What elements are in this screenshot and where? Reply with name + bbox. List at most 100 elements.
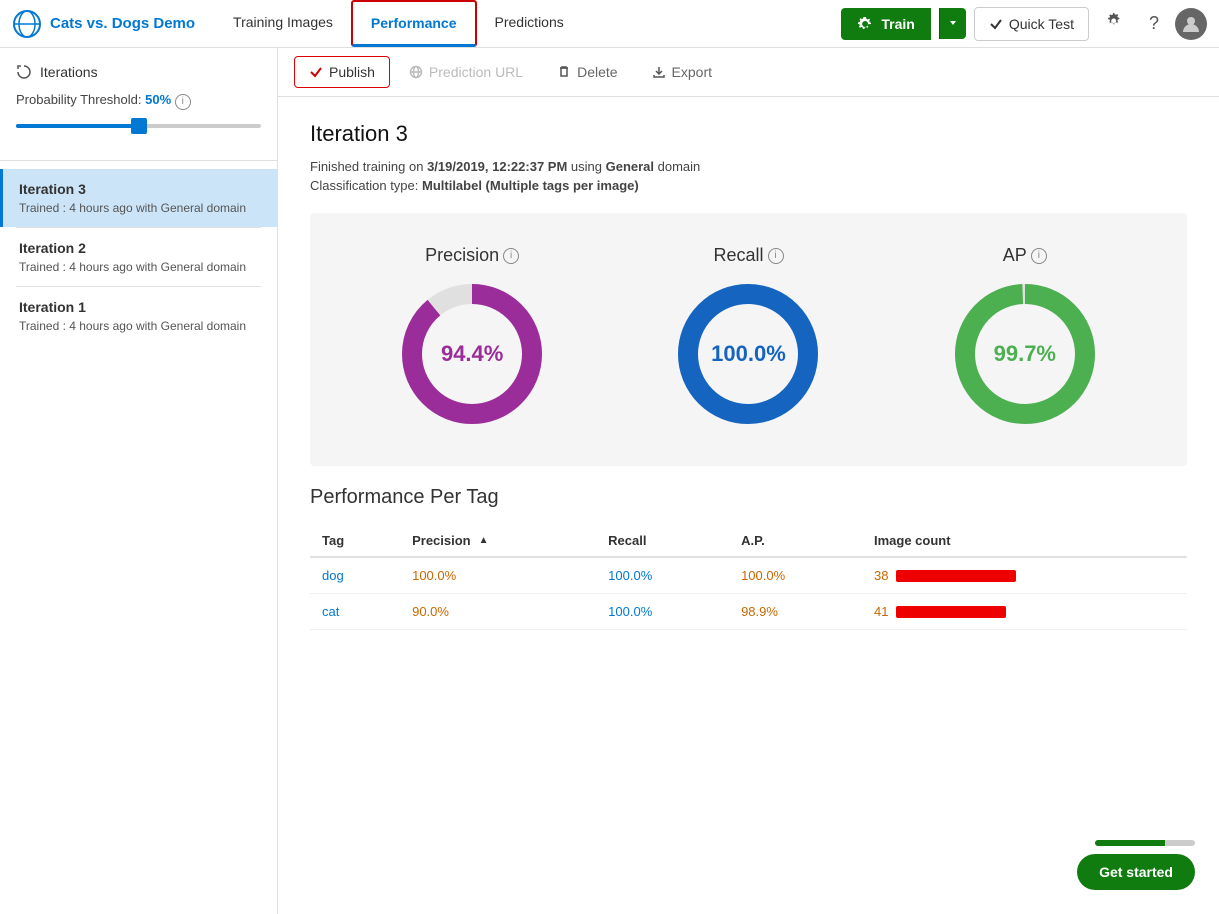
precision-metric: Precision i 94.4% <box>392 245 552 434</box>
tab-predictions[interactable]: Predictions <box>477 0 582 47</box>
tab-performance[interactable]: Performance <box>351 0 477 47</box>
sort-ascending-icon: ▲ <box>479 535 489 546</box>
probability-info-icon[interactable]: i <box>175 94 191 110</box>
probability-threshold-section: Probability Threshold: 50% i <box>0 92 277 152</box>
gear-icon <box>857 16 873 32</box>
help-icon-button[interactable]: ? <box>1141 9 1167 38</box>
get-started-button[interactable]: Get started <box>1077 854 1195 890</box>
dog-tag-link[interactable]: dog <box>322 568 344 583</box>
row-cat-precision: 90.0% <box>400 594 596 630</box>
iteration-title: Iteration 3 <box>310 121 1187 147</box>
iterations-icon <box>16 64 32 80</box>
probability-value: 50% <box>145 92 171 107</box>
slider-thumb[interactable] <box>131 118 147 134</box>
table-header: Tag Precision ▲ Recall <box>310 525 1187 557</box>
sidebar-item-iteration1[interactable]: Iteration 1 Trained : 4 hours ago with G… <box>0 287 277 345</box>
nav-right-actions: Train Quick Test ? <box>841 7 1207 41</box>
top-navigation: Cats vs. Dogs Demo Training Images Perfo… <box>0 0 1219 48</box>
cat-bar-container: 41 <box>874 604 1175 619</box>
quick-test-label: Quick Test <box>1009 16 1074 32</box>
nav-tabs: Training Images Performance Predictions <box>215 0 841 47</box>
publish-check-icon <box>309 65 323 79</box>
prediction-url-button[interactable]: Prediction URL <box>394 56 538 88</box>
recall-value: 100.0% <box>711 341 786 367</box>
train-button[interactable]: Train <box>841 8 930 40</box>
training-info-date: Finished training on 3/19/2019, 12:22:37… <box>310 159 1187 174</box>
dog-bar-container: 38 <box>874 568 1175 583</box>
train-dropdown-button[interactable] <box>939 8 966 39</box>
table-row: dog 100.0% 100.0% 100.0% <box>310 557 1187 594</box>
col-header-precision[interactable]: Precision ▲ <box>400 525 596 557</box>
settings-icon <box>1105 11 1125 31</box>
row-dog-ap: 100.0% <box>729 557 862 594</box>
performance-table: Tag Precision ▲ Recall <box>310 525 1187 630</box>
ap-info-icon[interactable]: i <box>1031 248 1047 264</box>
table-row: cat 90.0% 100.0% 98.9% <box>310 594 1187 630</box>
row-dog-precision: 100.0% <box>400 557 596 594</box>
get-started-progress-bar <box>1095 840 1195 846</box>
logo-area: Cats vs. Dogs Demo <box>12 9 195 39</box>
user-avatar[interactable] <box>1175 8 1207 40</box>
delete-button[interactable]: Delete <box>542 56 632 88</box>
precision-donut: 94.4% <box>392 274 552 434</box>
recall-info-icon[interactable]: i <box>768 248 784 264</box>
quick-test-button[interactable]: Quick Test <box>974 7 1089 41</box>
iteration2-name: Iteration 2 <box>19 240 261 256</box>
probability-slider[interactable] <box>16 116 261 136</box>
iteration1-detail: Trained : 4 hours ago with General domai… <box>19 319 261 333</box>
row-cat-recall: 100.0% <box>596 594 729 630</box>
app-title: Cats vs. Dogs Demo <box>50 15 195 32</box>
export-label: Export <box>672 64 712 80</box>
content-body: Iteration 3 Finished training on 3/19/20… <box>278 97 1219 654</box>
tab-training-images[interactable]: Training Images <box>215 0 351 47</box>
recall-label: Recall i <box>713 245 783 266</box>
dog-bar <box>896 570 1016 582</box>
ap-metric: AP i 99.7% <box>945 245 1105 434</box>
training-date: 3/19/2019, 12:22:37 PM <box>427 159 567 174</box>
precision-value: 94.4% <box>441 341 503 367</box>
checkmark-icon <box>989 17 1003 31</box>
recall-donut: 100.0% <box>668 274 828 434</box>
app-logo-icon <box>12 9 42 39</box>
performance-per-tag-section: Performance Per Tag Tag Precision ▲ <box>310 486 1187 630</box>
row-cat-image-count: 41 <box>862 594 1187 630</box>
col-header-recall: Recall <box>596 525 729 557</box>
cat-tag-link[interactable]: cat <box>322 604 339 619</box>
row-dog-tag[interactable]: dog <box>310 557 400 594</box>
row-cat-ap: 98.9% <box>729 594 862 630</box>
probability-label: Probability Threshold: 50% i <box>16 92 261 110</box>
ap-value: 99.7% <box>994 341 1056 367</box>
content-toolbar: Publish Prediction URL Delete <box>278 48 1219 97</box>
trash-icon <box>557 65 571 79</box>
export-button[interactable]: Export <box>637 56 727 88</box>
get-started-progress-fill <box>1095 840 1165 846</box>
prediction-url-label: Prediction URL <box>429 64 523 80</box>
question-icon: ? <box>1149 13 1159 33</box>
globe-icon <box>409 65 423 79</box>
metrics-section: Precision i 94.4% Recall <box>310 213 1187 466</box>
col-header-image-count: Image count <box>862 525 1187 557</box>
row-dog-recall: 100.0% <box>596 557 729 594</box>
settings-icon-button[interactable] <box>1097 7 1133 40</box>
sidebar-item-iteration3[interactable]: Iteration 3 Trained : 4 hours ago with G… <box>0 169 277 227</box>
sidebar: Iterations Probability Threshold: 50% i … <box>0 48 278 914</box>
sidebar-item-iteration2[interactable]: Iteration 2 Trained : 4 hours ago with G… <box>0 228 277 286</box>
person-icon <box>1181 14 1201 34</box>
domain-label: General <box>606 159 654 174</box>
precision-label: Precision i <box>425 245 519 266</box>
slider-fill <box>16 124 139 128</box>
main-content: Publish Prediction URL Delete <box>278 48 1219 914</box>
publish-label: Publish <box>329 64 375 80</box>
ap-donut: 99.7% <box>945 274 1105 434</box>
main-layout: Iterations Probability Threshold: 50% i … <box>0 48 1219 914</box>
sidebar-header: Iterations <box>0 64 277 92</box>
delete-label: Delete <box>577 64 617 80</box>
table-header-row: Tag Precision ▲ Recall <box>310 525 1187 557</box>
classification-type: Multilabel (Multiple tags per image) <box>422 178 639 193</box>
precision-info-icon[interactable]: i <box>503 248 519 264</box>
sidebar-iterations-label: Iterations <box>40 64 98 80</box>
row-dog-image-count: 38 <box>862 557 1187 594</box>
publish-button[interactable]: Publish <box>294 56 390 88</box>
row-cat-tag[interactable]: cat <box>310 594 400 630</box>
iteration1-name: Iteration 1 <box>19 299 261 315</box>
